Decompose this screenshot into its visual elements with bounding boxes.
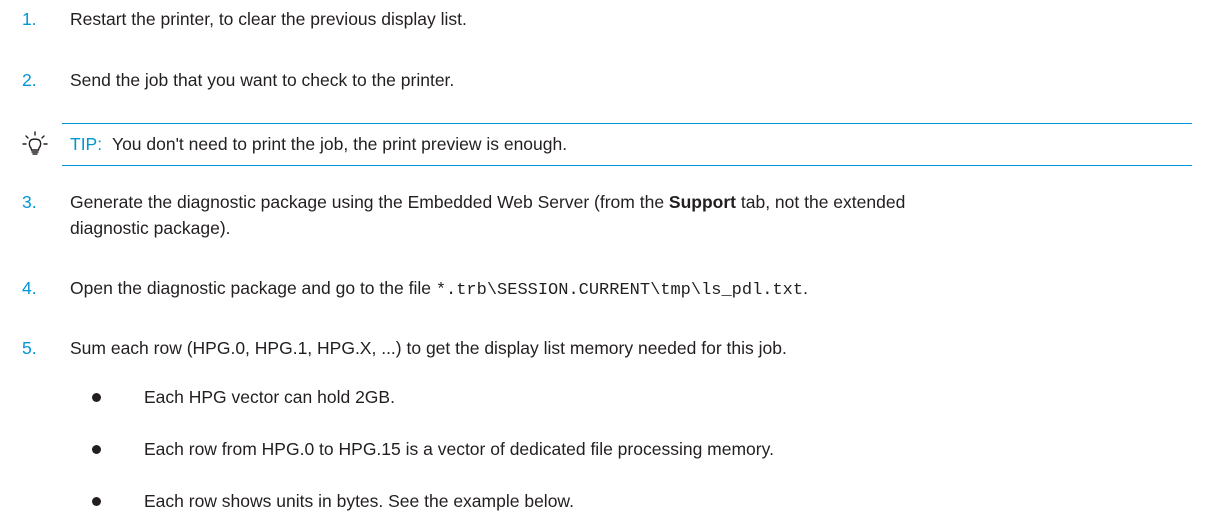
step-number: 1. [22, 9, 37, 29]
step-number: 3. [22, 192, 37, 212]
tip-label: TIP: [70, 134, 103, 154]
tip-text: You don't need to print the job, the pri… [112, 134, 568, 154]
bullet-dot [92, 445, 101, 454]
step-text: Generate the diagnostic package using th… [70, 189, 1192, 241]
step-number: 5. [22, 338, 37, 358]
step-text-part: Open the diagnostic package and go to th… [70, 278, 436, 298]
step-number: 2. [22, 70, 37, 90]
step-number: 4. [22, 278, 37, 298]
lightbulb-icon [22, 131, 48, 155]
bullet-text: Each row shows units in bytes. See the e… [144, 491, 574, 511]
tip-bottom-rule [62, 165, 1192, 166]
bullet-text: Each HPG vector can hold 2GB. [144, 387, 395, 407]
bullet-dot [92, 393, 101, 402]
step-text-part: . [803, 278, 808, 298]
step-text: Restart the printer, to clear the previo… [70, 9, 467, 29]
step-text: Sum each row (HPG.0, HPG.1, HPG.X, ...) … [70, 338, 787, 358]
bullet-dot [92, 497, 101, 506]
step-text: Send the job that you want to check to t… [70, 70, 455, 90]
tip-box: TIP: You don't need to print the job, th… [22, 123, 1192, 166]
step-text-part: tab, not the extended [736, 192, 906, 212]
step-text-part: diagnostic package). [70, 218, 231, 238]
tip-top-rule [62, 123, 1192, 124]
step-text: Open the diagnostic package and go to th… [70, 275, 1192, 304]
step-3: 3. Generate the diagnostic package using… [22, 189, 1192, 241]
file-path-code: *.trb\SESSION.CURRENT\tmp\ls_pdl.txt [435, 281, 804, 300]
support-tab-reference: Support [668, 192, 736, 212]
bullet-text: Each row from HPG.0 to HPG.15 is a vecto… [144, 439, 774, 459]
step-text-part: Generate the diagnostic package using th… [70, 192, 669, 212]
